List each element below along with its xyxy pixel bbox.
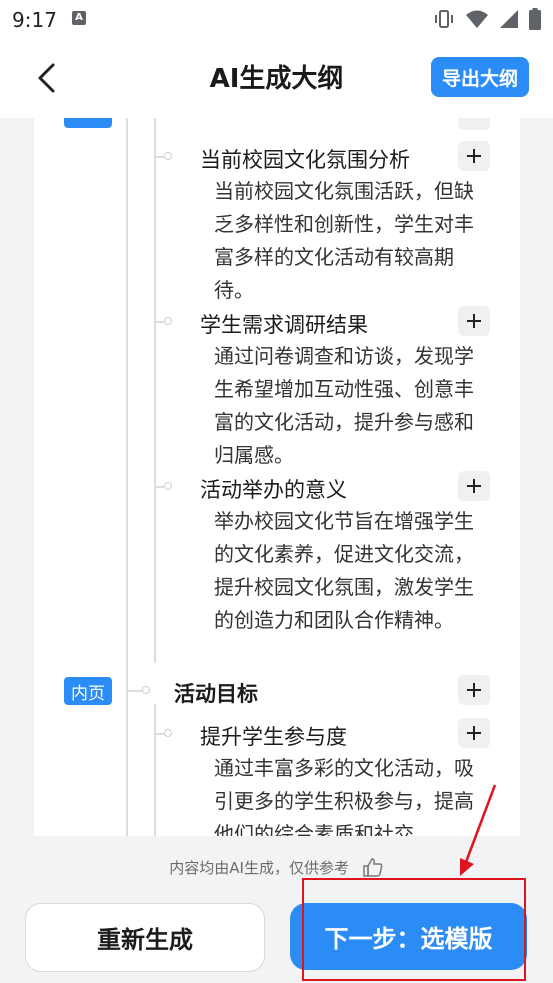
branch-line (154, 733, 164, 735)
add-node-button[interactable] (458, 675, 490, 705)
branch-dot (164, 317, 172, 325)
outline-connector (154, 704, 156, 836)
branch-line (126, 690, 142, 692)
export-outline-button[interactable]: 导出大纲 (431, 57, 529, 97)
bottom-action-bar: 内容均由AI生成，仅供参考 重新生成 下一步：选模版 (0, 836, 553, 983)
status-time: 9:17 (12, 8, 57, 32)
outline-node-title[interactable]: 当前校园文化氛围分析 (200, 144, 410, 174)
branch-dot (164, 482, 172, 490)
outline-node-title[interactable]: 学生需求调研结果 (200, 309, 368, 339)
next-step-button[interactable]: 下一步：选模版 (290, 903, 527, 970)
section-title[interactable]: 活动目标 (174, 678, 258, 708)
wifi-icon (466, 10, 488, 28)
outline-node-desc[interactable]: 当前校园文化氛围活跃，但缺乏多样性和创新性，学生对丰富多样的文化活动有较高期待。 (214, 175, 484, 307)
app-header: AI生成大纲 导出大纲 (0, 38, 553, 118)
disclaimer-text: 内容均由AI生成，仅供参考 (169, 859, 349, 877)
status-bar: 9:17 A (0, 0, 553, 38)
plus-icon (467, 314, 481, 328)
outline-connector (126, 118, 128, 836)
vibrate-icon (435, 10, 453, 28)
add-node-button-partial[interactable] (458, 118, 490, 130)
outline-content[interactable]: 当前校园文化氛围分析 当前校园文化氛围活跃，但缺乏多样性和创新性，学生对丰富多样… (34, 118, 520, 836)
outline-node-desc[interactable]: 通过问卷调查和访谈，发现学生希望增加互动性强、创意丰富的文化活动，提升参与感和归… (214, 340, 484, 472)
outline-node-desc[interactable]: 举办校园文化节旨在增强学生的文化素养，促进文化交流，提升校园文化氛围，激发学生的… (214, 505, 484, 637)
branch-line (154, 486, 164, 488)
branch-dot (164, 152, 172, 160)
plus-icon (467, 149, 481, 163)
branch-dot (164, 729, 172, 737)
add-node-button[interactable] (458, 471, 490, 501)
outline-node-title[interactable]: 活动举办的意义 (200, 474, 347, 504)
section-tag: 内页 (64, 677, 112, 705)
plus-icon (467, 683, 481, 697)
status-icons (433, 8, 541, 30)
ai-disclaimer: 内容均由AI生成，仅供参考 (0, 856, 553, 878)
add-node-button[interactable] (458, 306, 490, 336)
app-notification-icon: A (72, 11, 86, 25)
regenerate-button[interactable]: 重新生成 (25, 903, 265, 972)
outline-connector (154, 118, 156, 663)
section-tag-partial (64, 118, 112, 128)
signal-icon (500, 10, 518, 28)
branch-dot (142, 686, 150, 694)
outline-node-title[interactable]: 提升学生参与度 (200, 721, 347, 751)
add-node-button[interactable] (458, 718, 490, 748)
battery-icon (529, 8, 541, 30)
branch-line (154, 156, 164, 158)
thumbs-icon[interactable] (362, 856, 384, 878)
add-node-button[interactable] (458, 141, 490, 171)
branch-line (154, 321, 164, 323)
outline-node-desc[interactable]: 通过丰富多彩的文化活动，吸引更多的学生积极参与，提高他们的综合素质和社交 (214, 752, 484, 836)
plus-icon (467, 479, 481, 493)
plus-icon (467, 726, 481, 740)
